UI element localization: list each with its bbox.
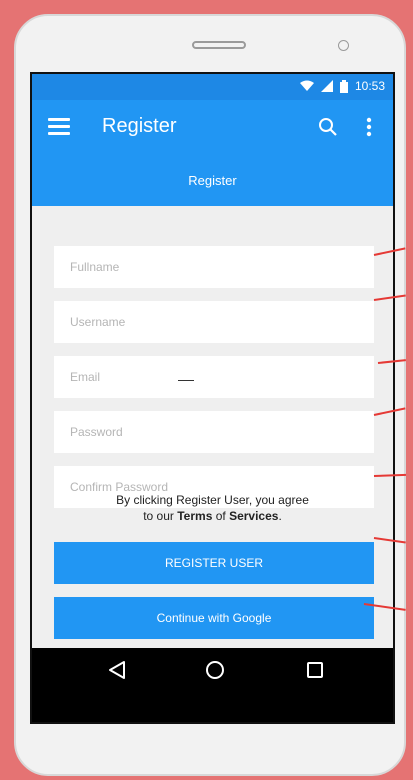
terms-link[interactable]: Terms [177, 509, 212, 523]
register-user-button[interactable]: REGISTER USER [54, 542, 374, 584]
fullname-field[interactable] [54, 246, 374, 288]
tab-register[interactable]: Register [32, 156, 393, 206]
terms-agreement: By clicking Register User, you agree to … [32, 492, 393, 524]
password-field[interactable] [54, 411, 374, 453]
username-field[interactable] [54, 301, 374, 343]
text-cursor [178, 380, 194, 381]
home-circle-icon[interactable] [205, 660, 225, 685]
search-icon[interactable] [318, 117, 338, 142]
agreement-line-2: to our Terms of Services. [143, 509, 282, 523]
email-field[interactable] [54, 356, 374, 398]
app-title: Register [102, 115, 177, 137]
signal-icon [320, 80, 333, 92]
speaker-grille [192, 41, 246, 49]
agreement-line-1: By clicking Register User, you agree [116, 493, 309, 507]
battery-icon [339, 79, 348, 93]
back-triangle-icon[interactable] [108, 660, 126, 685]
status-time: 10:53 [354, 79, 385, 93]
app-bar: Register [32, 100, 393, 156]
status-bar: 10:53 [32, 74, 393, 100]
phone-screen: 10:53 Register Register REGISTER USER Co… [30, 72, 395, 724]
services-link[interactable]: Services [229, 509, 278, 523]
screen-bottom-bezel [32, 696, 393, 722]
wifi-icon [299, 80, 314, 92]
register-form: REGISTER USER Continue with Google [32, 206, 393, 648]
phone-frame: 10:53 Register Register REGISTER USER Co… [14, 14, 406, 776]
hamburger-icon[interactable] [48, 118, 70, 138]
recents-square-icon[interactable] [307, 662, 323, 683]
continue-with-google-button[interactable]: Continue with Google [54, 597, 374, 639]
navigation-bar [32, 648, 393, 696]
more-vert-icon[interactable] [366, 117, 372, 142]
front-camera [338, 40, 349, 51]
